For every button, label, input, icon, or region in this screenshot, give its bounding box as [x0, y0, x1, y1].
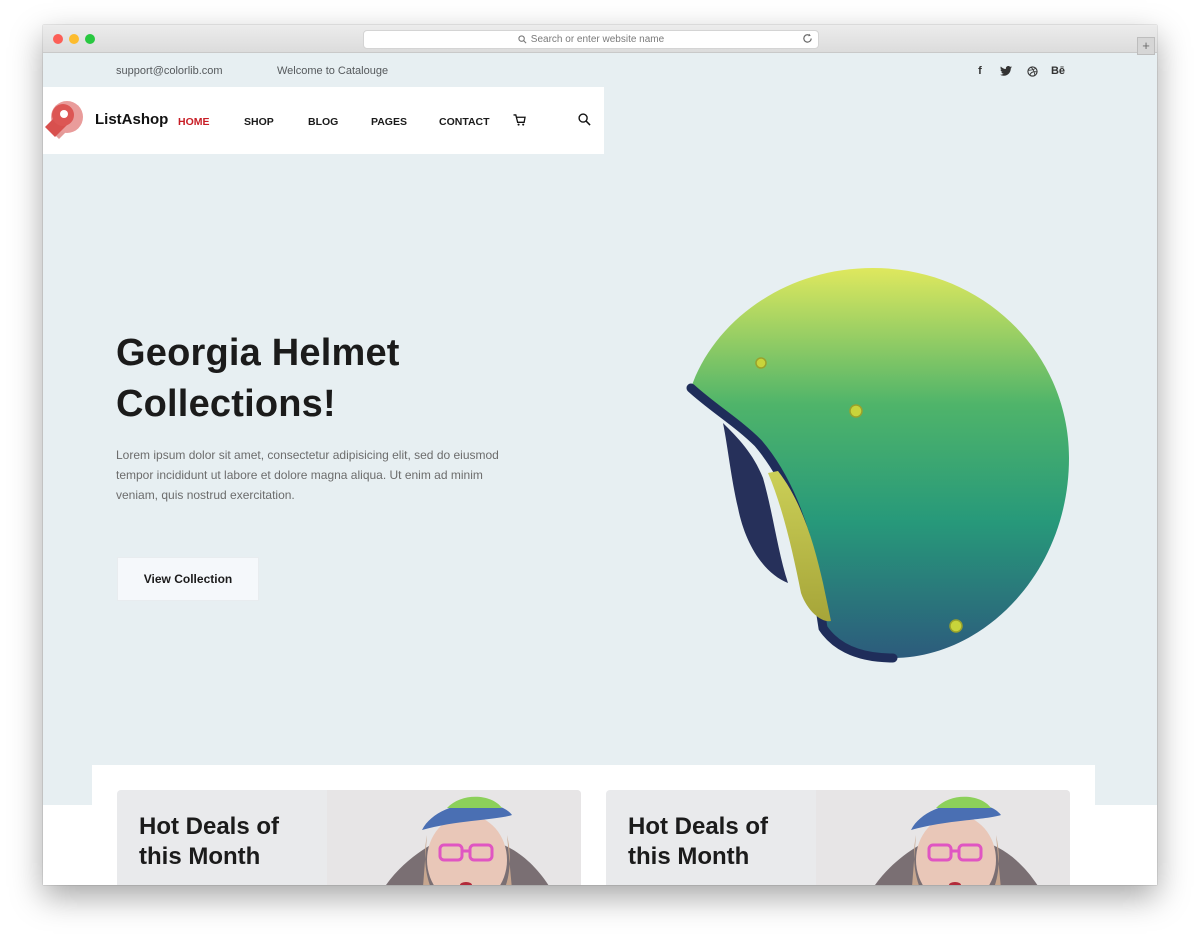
browser-window: Search or enter website name + support@c…	[43, 25, 1157, 885]
search-icon	[518, 35, 527, 44]
nav-item-contact[interactable]: CONTACT	[439, 116, 509, 128]
deal-title: Hot Deals of this Month	[139, 812, 299, 872]
deal-card[interactable]: Hot Deals of this Month	[117, 790, 581, 885]
nav-item-pages[interactable]: PAGES	[371, 116, 439, 128]
main-navigation: ListAshop HOME SHOP BLOG PAGES CONTACT	[43, 87, 604, 154]
deal-title-line-2: this Month	[139, 843, 261, 870]
twitter-icon[interactable]	[993, 63, 1019, 79]
nav-item-home[interactable]: HOME	[178, 116, 244, 128]
hero-description: Lorem ipsum dolor sit amet, consectetur …	[116, 448, 499, 502]
model-photo	[327, 790, 581, 885]
deal-title-line-1: Hot Deals of	[139, 813, 280, 840]
facebook-icon[interactable]: f	[967, 63, 993, 79]
deal-title-line-2: this Month	[628, 843, 750, 870]
top-info-bar: support@colorlib.com Welcome to Cataloug…	[43, 53, 1157, 87]
zoom-window-button[interactable]	[85, 34, 95, 44]
address-bar[interactable]: Search or enter website name	[363, 30, 819, 49]
brand-name[interactable]: ListAshop	[95, 111, 168, 128]
deal-title-line-1: Hot Deals of	[628, 813, 769, 840]
close-window-button[interactable]	[53, 34, 63, 44]
deal-title: Hot Deals of this Month	[628, 812, 788, 872]
reload-icon[interactable]	[802, 33, 813, 44]
dribbble-icon[interactable]	[1019, 63, 1045, 79]
helmet-image	[686, 268, 1069, 663]
hero-title: Georgia Helmet Collections!	[116, 328, 536, 430]
browser-toolbar: Search or enter website name +	[43, 25, 1157, 55]
hero-title-line-2: Collections!	[116, 383, 336, 425]
deals-section: Hot Deals of this Month Hot Deals of thi…	[92, 765, 1095, 885]
behance-icon[interactable]: Bē	[1045, 63, 1071, 79]
nav-menu: HOME SHOP BLOG PAGES CONTACT	[178, 116, 509, 128]
nav-item-shop[interactable]: SHOP	[244, 116, 308, 128]
support-email[interactable]: support@colorlib.com	[116, 65, 223, 77]
view-collection-button[interactable]: View Collection	[117, 557, 259, 601]
address-placeholder: Search or enter website name	[530, 34, 665, 45]
hero-title-line-1: Georgia Helmet	[116, 332, 400, 374]
cart-icon[interactable]	[513, 114, 526, 126]
social-links: f Bē	[967, 63, 1071, 79]
search-icon[interactable]	[578, 113, 591, 126]
logo-icon[interactable]	[43, 99, 85, 143]
deal-card[interactable]: Hot Deals of this Month	[606, 790, 1070, 885]
nav-item-blog[interactable]: BLOG	[308, 116, 371, 128]
minimize-window-button[interactable]	[69, 34, 79, 44]
model-photo	[816, 790, 1070, 885]
welcome-text: Welcome to Catalouge	[277, 65, 389, 77]
